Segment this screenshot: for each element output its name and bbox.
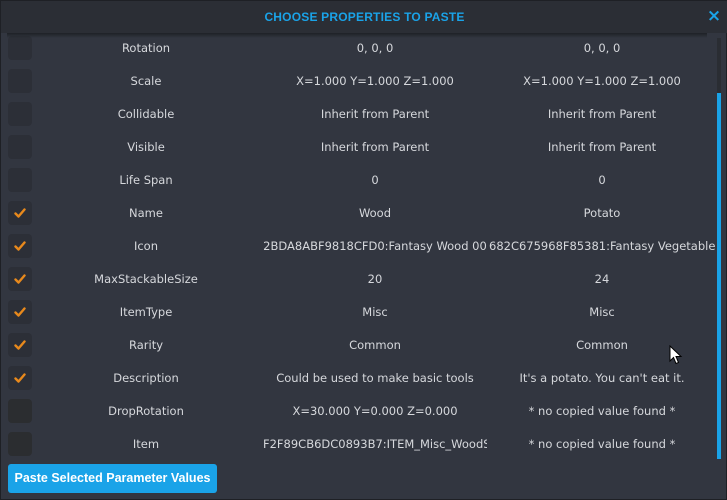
dialog-title: CHOOSE PROPERTIES TO PASTE [264, 10, 465, 24]
property-checkbox[interactable] [8, 168, 32, 192]
property-name: Name [129, 206, 163, 220]
property-name: Description [113, 371, 179, 385]
checkmark-icon [14, 340, 26, 350]
property-row: Description Could be used to make basic t… [1, 362, 716, 395]
copied-value: Misc [362, 305, 388, 319]
properties-list: Rotation 0, 0, 0 0, 0, 0 Scale X=1.000 Y=1.0… [1, 32, 716, 462]
copied-value: Could be used to make basic tools [276, 371, 474, 385]
property-checkbox[interactable] [8, 366, 32, 390]
property-checkbox[interactable] [8, 234, 32, 258]
property-row: Icon 2BDA8ABF9818CFD0:Fantasy Wood 00 682C… [1, 230, 716, 263]
property-row: Collidable Inherit from Parent Inherit fro… [1, 98, 716, 131]
property-checkbox[interactable] [8, 102, 32, 126]
checkmark-icon [14, 241, 26, 251]
target-value: X=1.000 Y=1.000 Z=1.000 [523, 74, 681, 88]
target-value: 682C675968F85381:Fantasy Vegetable [489, 239, 715, 253]
copied-value: X=30.000 Y=0.000 Z=0.000 [292, 404, 458, 418]
copied-value: Inherit from Parent [320, 107, 430, 121]
copied-value: F2F89CB6DC0893B7:ITEM_Misc_WoodS [263, 437, 487, 451]
property-name: Icon [133, 239, 159, 253]
property-checkbox[interactable] [8, 201, 32, 225]
close-icon[interactable]: × [706, 6, 722, 26]
property-name: Visible [127, 140, 165, 154]
property-row: Name Wood Potato [1, 197, 716, 230]
property-checkbox[interactable] [8, 69, 32, 93]
target-value: 0 [598, 173, 606, 187]
target-value: It's a potato. You can't eat it. [519, 371, 685, 385]
target-value: * no copied value found * [528, 437, 676, 451]
checkmark-icon [14, 274, 26, 284]
property-row: MaxStackableSize 20 24 [1, 263, 716, 296]
copied-value: Wood [358, 206, 392, 220]
paste-selected-button[interactable]: Paste Selected Parameter Values [8, 464, 217, 493]
property-name: Scale [130, 74, 162, 88]
copied-value: 20 [367, 272, 383, 286]
property-row: ItemType Misc Misc [1, 296, 716, 329]
checkmark-icon [14, 307, 26, 317]
copied-value: Common [349, 338, 401, 352]
property-checkbox[interactable] [8, 36, 32, 60]
checkmark-icon [14, 208, 26, 218]
list-top-shadow [7, 33, 707, 38]
property-row: Scale X=1.000 Y=1.000 Z=1.000 X=1.000 Y=1.… [1, 65, 716, 98]
choose-properties-dialog: CHOOSE PROPERTIES TO PASTE × Rotation 0, … [0, 0, 727, 500]
copied-value: Inherit from Parent [320, 140, 430, 154]
property-name: Life Span [119, 173, 173, 187]
target-value: 24 [594, 272, 610, 286]
target-value: Potato [583, 206, 621, 220]
property-checkbox[interactable] [8, 333, 32, 357]
property-checkbox [8, 432, 32, 456]
property-name: Collidable [117, 107, 175, 121]
property-checkbox[interactable] [8, 135, 32, 159]
copied-value: 0 [371, 173, 379, 187]
property-row: DropRotation X=30.000 Y=0.000 Z=0.000 * no… [1, 395, 716, 428]
property-name: Rotation [121, 41, 171, 55]
property-name: MaxStackableSize [94, 272, 198, 286]
property-checkbox[interactable] [8, 300, 32, 324]
property-row: Visible Inherit from Parent Inherit from P… [1, 131, 716, 164]
property-name: DropRotation [108, 404, 184, 418]
property-name: Item [132, 437, 160, 451]
target-value: Inherit from Parent [547, 107, 657, 121]
mouse-cursor-icon [669, 345, 683, 365]
target-value: Misc [589, 305, 615, 319]
property-row: Rarity Common Common [1, 329, 716, 362]
copied-value: X=1.000 Y=1.000 Z=1.000 [296, 74, 454, 88]
property-checkbox[interactable] [8, 267, 32, 291]
copied-value: 0, 0, 0 [356, 41, 394, 55]
scrollbar-thumb[interactable] [717, 93, 721, 459]
target-value: 0, 0, 0 [583, 41, 621, 55]
property-row: Life Span 0 0 [1, 164, 716, 197]
property-checkbox [8, 399, 32, 423]
target-value: * no copied value found * [528, 404, 676, 418]
copied-value: 2BDA8ABF9818CFD0:Fantasy Wood 00 [263, 239, 487, 253]
target-value: Inherit from Parent [547, 140, 657, 154]
property-name: Rarity [128, 338, 164, 352]
property-name: ItemType [119, 305, 173, 319]
checkmark-icon [14, 373, 26, 383]
property-row: Item F2F89CB6DC0893B7:ITEM_Misc_WoodS * no… [1, 428, 716, 461]
dialog-titlebar: CHOOSE PROPERTIES TO PASTE × [1, 1, 727, 33]
